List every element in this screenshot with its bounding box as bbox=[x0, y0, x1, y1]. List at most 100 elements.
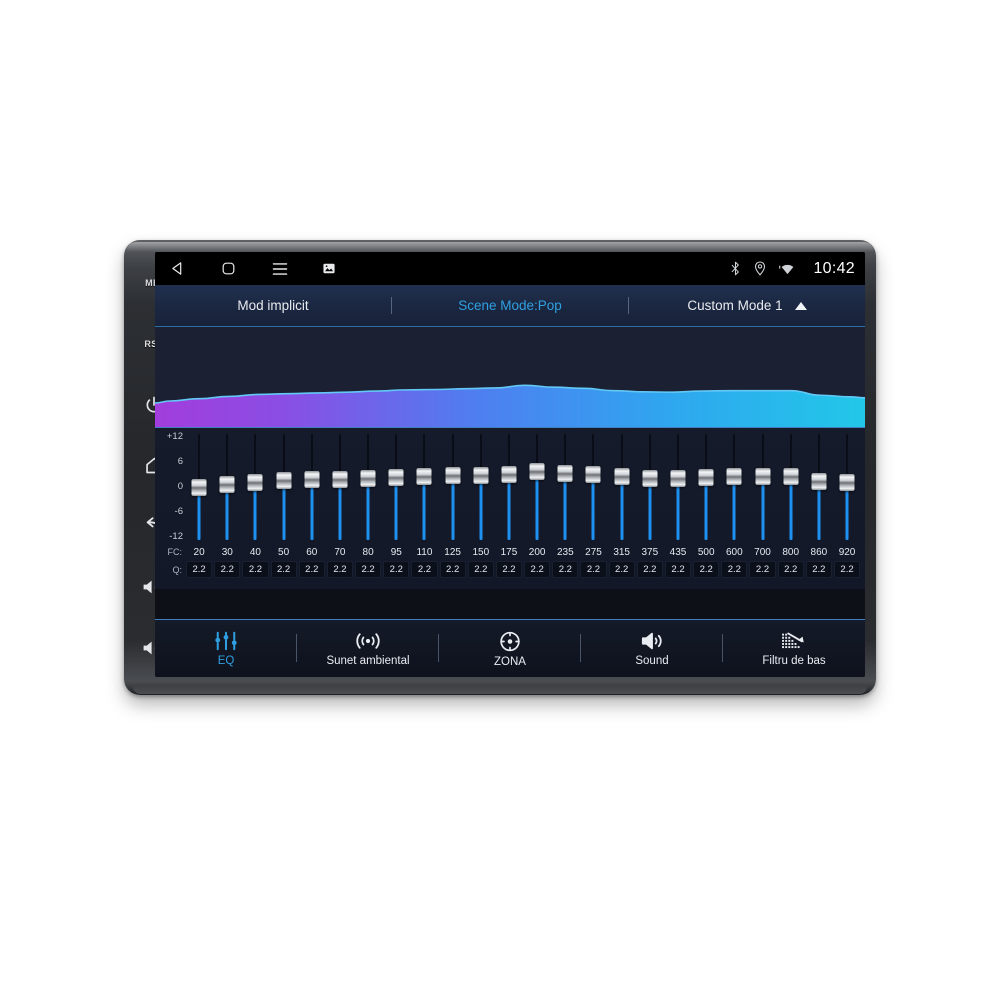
eq-band-slider[interactable] bbox=[664, 432, 692, 542]
tab-filtru-de-bas[interactable]: Filtru de bas bbox=[723, 620, 865, 677]
slider-thumb[interactable] bbox=[698, 468, 714, 486]
q-value[interactable]: 2.2 bbox=[580, 561, 607, 578]
eq-band-slider[interactable] bbox=[270, 432, 298, 542]
q-value[interactable]: 2.2 bbox=[326, 561, 354, 578]
slider-thumb[interactable] bbox=[360, 469, 376, 487]
fc-value[interactable]: 30 bbox=[213, 547, 241, 558]
slider-thumb[interactable] bbox=[219, 476, 235, 494]
fc-value[interactable]: 70 bbox=[326, 547, 354, 558]
fc-value[interactable]: 200 bbox=[523, 547, 551, 558]
fc-value[interactable]: 275 bbox=[579, 547, 607, 558]
fc-value[interactable]: 150 bbox=[467, 547, 495, 558]
eq-band-slider[interactable] bbox=[777, 432, 805, 542]
slider-thumb[interactable] bbox=[839, 474, 855, 492]
fc-value[interactable]: 700 bbox=[748, 547, 776, 558]
eq-band-slider[interactable] bbox=[326, 432, 354, 542]
eq-band-slider[interactable] bbox=[523, 432, 551, 542]
mode-custom-button[interactable]: Custom Mode 1 bbox=[629, 298, 865, 313]
eq-band-slider[interactable] bbox=[720, 432, 748, 542]
slider-thumb[interactable] bbox=[388, 468, 404, 486]
fc-value[interactable]: 40 bbox=[241, 547, 269, 558]
nav-back-button[interactable] bbox=[169, 260, 186, 277]
slider-thumb[interactable] bbox=[783, 468, 799, 486]
fc-value[interactable]: 800 bbox=[777, 547, 805, 558]
slider-thumb[interactable] bbox=[755, 468, 771, 486]
eq-band-slider[interactable] bbox=[551, 432, 579, 542]
fc-value[interactable]: 125 bbox=[439, 547, 467, 558]
fc-value[interactable]: 860 bbox=[805, 547, 833, 558]
eq-band-slider[interactable] bbox=[354, 432, 382, 542]
eq-band-slider[interactable] bbox=[692, 432, 720, 542]
fc-value[interactable]: 435 bbox=[664, 547, 692, 558]
eq-band-slider[interactable] bbox=[467, 432, 495, 542]
fc-value[interactable]: 80 bbox=[354, 547, 382, 558]
fc-value[interactable]: 235 bbox=[551, 547, 579, 558]
q-value[interactable]: 2.2 bbox=[721, 561, 748, 578]
q-value[interactable]: 2.2 bbox=[805, 561, 832, 578]
fc-value[interactable]: 110 bbox=[410, 547, 438, 558]
tab-zona[interactable]: ZONA bbox=[439, 620, 581, 677]
eq-band-slider[interactable] bbox=[748, 432, 776, 542]
q-value[interactable]: 2.2 bbox=[777, 561, 804, 578]
q-value[interactable]: 2.2 bbox=[524, 561, 551, 578]
tab-eq[interactable]: EQ bbox=[155, 620, 297, 677]
eq-band-slider[interactable] bbox=[608, 432, 636, 542]
eq-band-slider[interactable] bbox=[213, 432, 241, 542]
slider-thumb[interactable] bbox=[642, 469, 658, 487]
tab-sound[interactable]: Sound bbox=[581, 620, 723, 677]
fc-value[interactable]: 315 bbox=[608, 547, 636, 558]
fc-value[interactable]: 375 bbox=[636, 547, 664, 558]
q-value[interactable]: 2.2 bbox=[186, 561, 213, 578]
q-value[interactable]: 2.2 bbox=[833, 561, 861, 578]
slider-thumb[interactable] bbox=[191, 478, 207, 496]
slider-thumb[interactable] bbox=[247, 474, 263, 492]
q-value[interactable]: 2.2 bbox=[664, 561, 692, 578]
nav-home-button[interactable] bbox=[220, 260, 237, 277]
fc-value[interactable]: 95 bbox=[382, 547, 410, 558]
eq-band-slider[interactable] bbox=[185, 432, 213, 542]
q-value[interactable]: 2.2 bbox=[495, 561, 523, 578]
mode-scene-button[interactable]: Scene Mode:Pop bbox=[392, 298, 628, 313]
caret-up-icon[interactable] bbox=[794, 301, 807, 310]
slider-thumb[interactable] bbox=[445, 467, 461, 485]
fc-value[interactable]: 20 bbox=[185, 547, 213, 558]
fc-value[interactable]: 920 bbox=[833, 547, 861, 558]
eq-band-slider[interactable] bbox=[298, 432, 326, 542]
q-value[interactable]: 2.2 bbox=[411, 561, 438, 578]
eq-band-slider[interactable] bbox=[833, 432, 861, 542]
mode-default-button[interactable]: Mod implicit bbox=[155, 298, 391, 313]
q-value[interactable]: 2.2 bbox=[608, 561, 635, 578]
slider-thumb[interactable] bbox=[670, 469, 686, 487]
fc-value[interactable]: 50 bbox=[270, 547, 298, 558]
eq-band-slider[interactable] bbox=[382, 432, 410, 542]
fc-value[interactable]: 60 bbox=[298, 547, 326, 558]
slider-thumb[interactable] bbox=[416, 467, 432, 485]
eq-band-slider[interactable] bbox=[495, 432, 523, 542]
q-value[interactable]: 2.2 bbox=[439, 561, 466, 578]
fc-value[interactable]: 500 bbox=[692, 547, 720, 558]
q-value[interactable]: 2.2 bbox=[383, 561, 410, 578]
slider-thumb[interactable] bbox=[501, 465, 517, 483]
slider-thumb[interactable] bbox=[585, 466, 601, 484]
eq-band-slider[interactable] bbox=[579, 432, 607, 542]
eq-band-slider[interactable] bbox=[410, 432, 438, 542]
slider-thumb[interactable] bbox=[811, 472, 827, 490]
q-value[interactable]: 2.2 bbox=[749, 561, 776, 578]
slider-thumb[interactable] bbox=[529, 463, 545, 481]
slider-thumb[interactable] bbox=[473, 466, 489, 484]
q-value[interactable]: 2.2 bbox=[636, 561, 663, 578]
eq-band-slider[interactable] bbox=[636, 432, 664, 542]
slider-thumb[interactable] bbox=[726, 468, 742, 486]
slider-thumb[interactable] bbox=[304, 471, 320, 489]
tab-sunet-ambiental[interactable]: Sunet ambiental bbox=[297, 620, 439, 677]
eq-band-slider[interactable] bbox=[805, 432, 833, 542]
fc-value[interactable]: 175 bbox=[495, 547, 523, 558]
q-value[interactable]: 2.2 bbox=[298, 561, 325, 578]
slider-thumb[interactable] bbox=[276, 472, 292, 490]
slider-thumb[interactable] bbox=[614, 468, 630, 486]
q-value[interactable]: 2.2 bbox=[214, 561, 241, 578]
eq-band-slider[interactable] bbox=[241, 432, 269, 542]
q-value[interactable]: 2.2 bbox=[270, 561, 297, 578]
eq-band-slider[interactable] bbox=[439, 432, 467, 542]
q-value[interactable]: 2.2 bbox=[467, 561, 494, 578]
